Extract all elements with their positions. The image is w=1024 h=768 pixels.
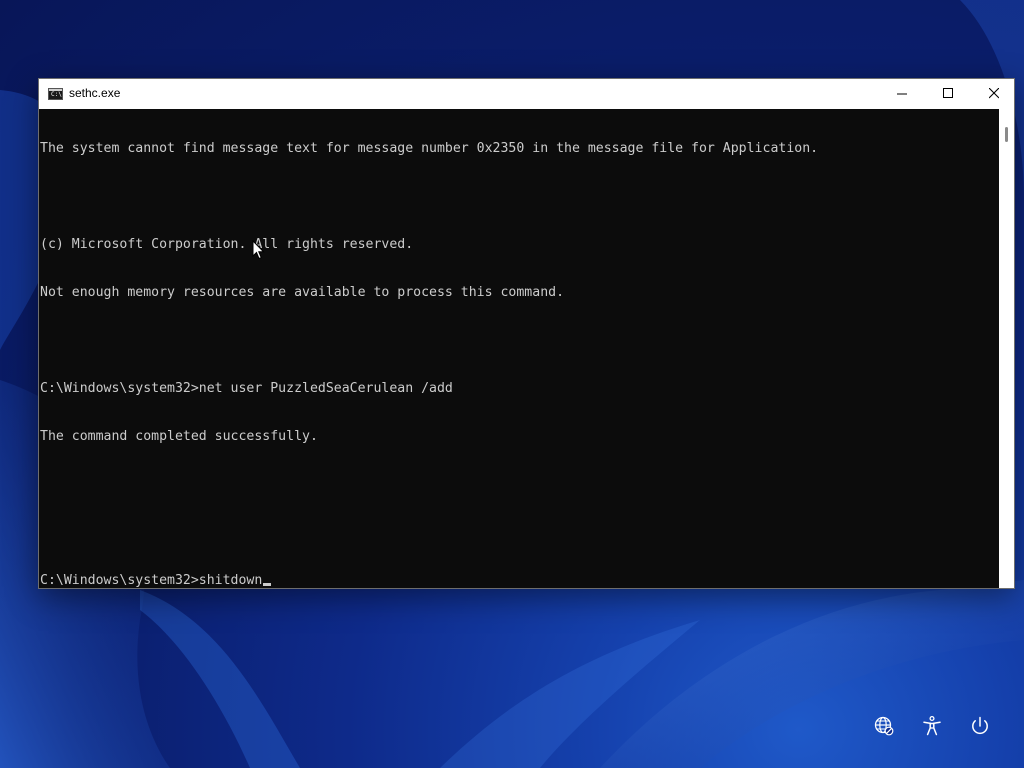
vertical-scrollbar[interactable] [999,109,1014,588]
console-icon-text: C:\ [51,91,62,98]
close-button[interactable] [971,79,1017,109]
maximize-button[interactable] [925,79,971,109]
maximize-icon [943,88,953,98]
title-bar[interactable]: C:\ sethc.exe [39,79,1014,109]
console-icon: C:\ [48,88,63,100]
scrollbar-thumb[interactable] [1005,127,1008,142]
console-line: The system cannot find message text for … [40,141,819,156]
mouse-pointer-icon [252,239,266,264]
command-prompt-line[interactable]: C:\Windows\system32>shitdown [39,573,999,588]
network-icon[interactable] [872,714,896,738]
text-cursor [263,583,272,586]
minimize-icon [897,93,907,95]
power-icon[interactable] [968,714,992,738]
accessibility-icon[interactable] [920,714,944,738]
close-icon [989,88,999,99]
console-line: C:\Windows\system32>net user PuzzledSeaC… [40,381,453,396]
console-line: The command completed successfully. [40,429,318,444]
window-title: sethc.exe [69,86,121,100]
console-window[interactable]: C:\ sethc.exe The system cannot find mes… [38,78,1015,589]
minimize-button[interactable] [879,79,925,109]
command-input-text[interactable]: C:\Windows\system32>shitdown [40,573,262,588]
console-line: Not enough memory resources are availabl… [40,285,565,300]
console-line: (c) Microsoft Corporation. All rights re… [40,237,414,252]
console-output[interactable]: The system cannot find message text for … [39,109,999,588]
